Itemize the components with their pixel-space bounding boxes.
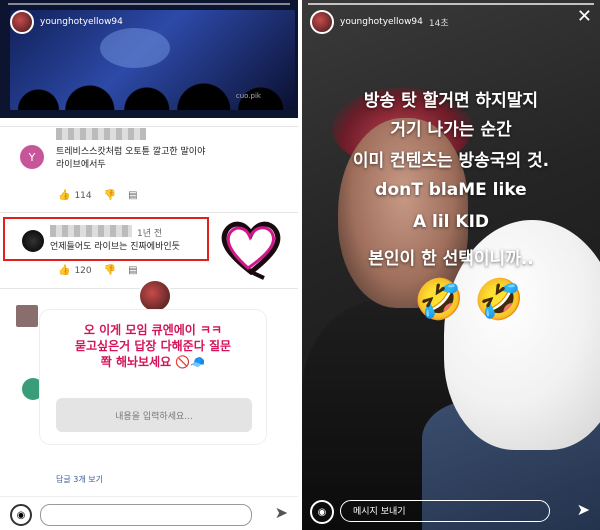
username[interactable]: younghotyellow94 [340, 17, 423, 27]
reply-icon[interactable]: ▤ [128, 265, 137, 276]
story-header: younghotyellow94 14초 [310, 10, 449, 34]
reply-icon[interactable]: ▤ [128, 190, 137, 201]
username[interactable]: younghotyellow94 [40, 17, 123, 27]
story-header: younghotyellow94 [10, 10, 123, 34]
story-text-line: donT blaME like [375, 180, 527, 200]
question-input[interactable]: 내용을 입력하세요... [56, 398, 252, 432]
blurred-avatar [16, 305, 38, 327]
close-icon[interactable]: ✕ [577, 8, 592, 26]
laughing-emoji-icon: 🤣 [474, 277, 524, 323]
blurred-username [56, 128, 146, 140]
video-watermark: cuo.pik [235, 92, 261, 100]
comment-actions: 👍 114 👎 ▤ [58, 190, 138, 201]
thumbs-down-icon[interactable]: 👎 [104, 190, 116, 201]
divider [0, 212, 298, 213]
story-text-line: 거기 나가는 순간 [390, 120, 512, 140]
thumbs-up-icon[interactable]: 👍 [58, 190, 70, 201]
message-input[interactable] [40, 504, 252, 526]
like-count: 114 [74, 190, 92, 201]
commenter-avatar[interactable]: Y [20, 145, 44, 169]
camera-icon[interactable]: ◉ [310, 500, 334, 524]
question-prompt: 오 이게 모임 큐엔에이 ㅋㅋ 묻고싶은거 답장 다해준다 질문 쫙 해놔보세요… [74, 323, 232, 369]
thumbs-up-icon[interactable]: 👍 [58, 265, 70, 276]
story-text-line: 이미 컨텐츠는 방송국의 것. [352, 151, 550, 171]
left-story-panel: cuo.pik younghotyellow94 Y 트레비스스캇처럼 오토튠 … [0, 0, 298, 530]
story-bottom-bar: ◉ ➤ [0, 496, 298, 530]
comment-actions: 👍 120 👎 ▤ [58, 265, 138, 276]
user-avatar[interactable] [10, 10, 34, 34]
highlight-box [3, 217, 209, 261]
story-text-line: 방송 탓 할거면 하지말지 [363, 91, 539, 111]
message-input[interactable]: 메시지 보내기 [340, 500, 550, 522]
send-icon[interactable]: ➤ [577, 500, 590, 519]
camera-icon[interactable]: ◉ [10, 504, 32, 526]
user-avatar[interactable] [310, 10, 334, 34]
story-progress-bar [308, 3, 594, 5]
right-story-panel: younghotyellow94 14초 ✕ 방송 탓 할거면 하지말지 거기 … [302, 0, 600, 530]
story-text-line: 본인이 한 선택이니까.. [368, 249, 534, 269]
story-time: 14초 [428, 18, 449, 29]
view-replies-link[interactable]: 답글 3개 보기 [56, 474, 103, 485]
heart-drawing-icon [221, 221, 281, 280]
story-text-line: A lil KID [412, 212, 490, 232]
divider [0, 126, 298, 127]
comment-text: 트레비스스캇처럼 오토튠 깔고한 말이야 라이브에서두 [56, 147, 206, 170]
laughing-emoji-icon: 🤣 [414, 277, 464, 323]
story-bottom-bar: ◉ 메시지 보내기 ➤ [302, 494, 600, 530]
like-count: 120 [74, 265, 92, 276]
story-progress-bar [8, 3, 290, 5]
send-icon[interactable]: ➤ [275, 503, 288, 522]
question-sticker[interactable]: 오 이게 모임 큐엔에이 ㅋㅋ 묻고싶은거 답장 다해준다 질문 쫙 해놔보세요… [40, 310, 266, 444]
question-sticker-avatar [138, 279, 172, 313]
thumbs-down-icon[interactable]: 👎 [104, 265, 116, 276]
